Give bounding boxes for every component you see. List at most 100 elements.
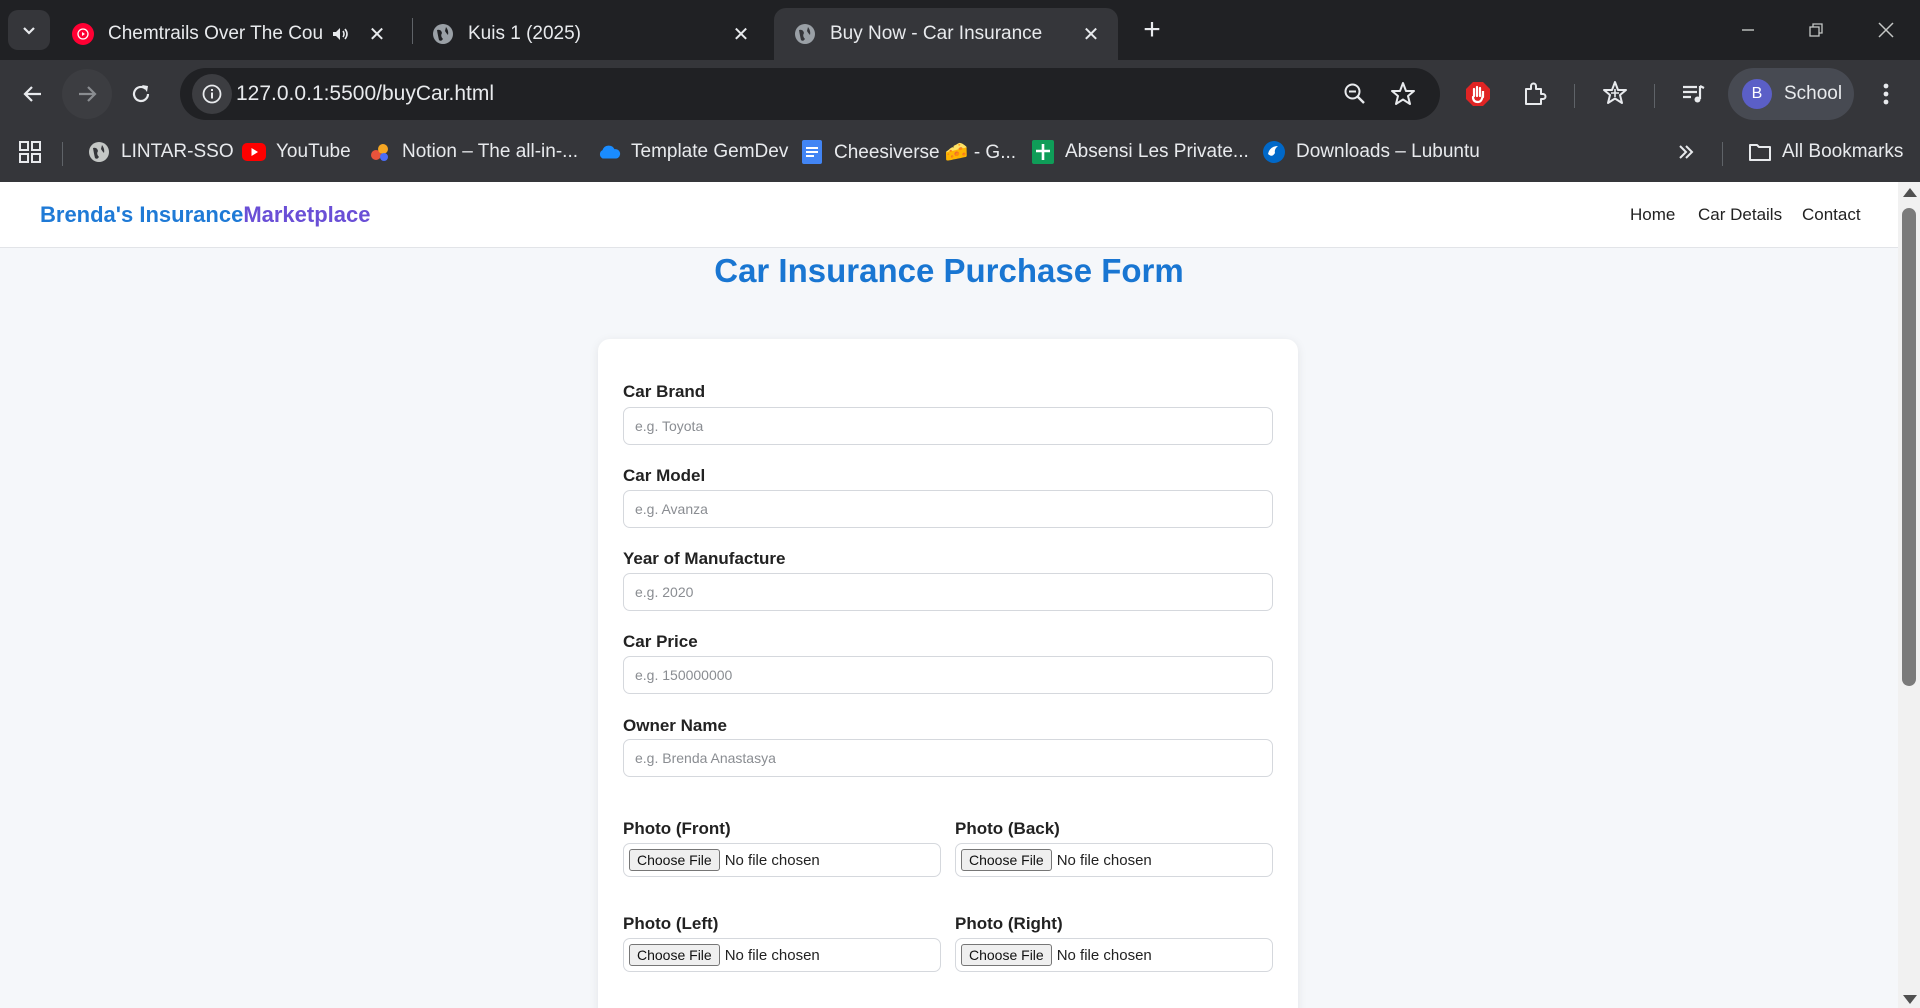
photo-front-label: Photo (Front)	[623, 819, 731, 838]
arrow-left-icon	[23, 86, 41, 102]
site-brand[interactable]: Brenda's InsuranceMarketplace	[40, 202, 371, 228]
year-input[interactable]	[623, 573, 1273, 611]
tab-title: Kuis 1 (2025)	[468, 23, 582, 44]
more-bookmarks-button[interactable]	[1676, 136, 1696, 168]
bookmark-youtube[interactable]: YouTube	[242, 136, 351, 168]
apps-grid-button[interactable]	[18, 136, 42, 168]
lubuntu-icon	[1262, 140, 1286, 164]
scroll-up-arrow-icon[interactable]	[1903, 188, 1917, 197]
toolbar-divider	[1654, 84, 1655, 108]
owner-name-label: Owner Name	[623, 716, 727, 735]
folder-icon	[1748, 140, 1772, 164]
close-tab-icon[interactable]: ✕	[364, 21, 390, 47]
minimize-icon	[1742, 29, 1754, 31]
bookmark-absensi[interactable]: Absensi Les Private...	[1031, 136, 1249, 168]
reading-list-star-icon[interactable]	[1595, 74, 1635, 114]
photo-back-input[interactable]: Choose File No file chosen	[955, 843, 1273, 877]
notion-icon	[368, 140, 392, 164]
bookmark-label: LINTAR-SSO	[121, 141, 234, 162]
close-tab-icon[interactable]: ✕	[1078, 21, 1104, 47]
tab-kuis[interactable]: Kuis 1 (2025) ✕	[412, 8, 768, 60]
chevron-down-icon	[23, 27, 35, 35]
url-text[interactable]: 127.0.0.1:5500/buyCar.html	[236, 68, 494, 120]
tab-strip: Chemtrails Over The Country ✕ Kuis 1 (20…	[0, 0, 1920, 60]
bookmark-label: Template GemDev	[631, 141, 789, 162]
site-info-icon[interactable]	[192, 74, 232, 114]
page-scrollbar[interactable]	[1898, 182, 1920, 1008]
tab-title: Chemtrails Over The Country	[108, 23, 322, 44]
file-status: No file chosen	[724, 946, 820, 964]
media-controls-icon[interactable]	[1673, 74, 1713, 114]
bookmark-notion[interactable]: Notion – The all-in-...	[368, 136, 578, 168]
sheets-icon	[1031, 140, 1055, 164]
photo-left-label: Photo (Left)	[623, 914, 719, 933]
bookmark-template-gemdev[interactable]: Template GemDev	[597, 136, 788, 168]
photo-right-label: Photo (Right)	[955, 914, 1063, 933]
car-brand-input[interactable]	[623, 407, 1273, 445]
adblock-extension-icon[interactable]	[1458, 74, 1498, 114]
zoom-icon[interactable]	[1342, 81, 1368, 107]
tab-buy-now[interactable]: Buy Now - Car Insurance ✕	[774, 8, 1118, 60]
choose-file-button[interactable]: Choose File	[961, 849, 1052, 871]
close-window-button[interactable]	[1856, 8, 1916, 52]
all-bookmarks-label: All Bookmarks	[1782, 141, 1904, 162]
extensions-puzzle-icon[interactable]	[1515, 74, 1555, 114]
arrow-right-icon	[79, 86, 97, 102]
brand-part-1: Brenda's Insurance	[40, 202, 244, 227]
new-tab-button[interactable]: +	[1136, 13, 1168, 46]
year-label: Year of Manufacture	[623, 549, 786, 568]
nav-link-home[interactable]: Home	[1630, 205, 1675, 225]
photo-front-input[interactable]: Choose File No file chosen	[623, 843, 941, 877]
owner-name-input[interactable]	[623, 739, 1273, 777]
scroll-down-arrow-icon[interactable]	[1903, 995, 1917, 1004]
file-status: No file chosen	[1056, 851, 1152, 869]
nav-link-contact[interactable]: Contact	[1802, 205, 1861, 225]
bookmark-label: Cheesiverse 🧀 - G...	[834, 142, 1017, 163]
photo-left-input[interactable]: Choose File No file chosen	[623, 938, 941, 972]
page-viewport: Brenda's InsuranceMarketplace Home Car D…	[0, 182, 1898, 1008]
car-brand-label: Car Brand	[623, 382, 706, 401]
bookmark-label: Notion – The all-in-...	[402, 141, 579, 162]
photo-back-label: Photo (Back)	[955, 819, 1060, 838]
reload-icon	[132, 85, 150, 103]
docs-icon	[800, 140, 824, 164]
minimize-button[interactable]	[1718, 8, 1778, 52]
tab-chemtrails[interactable]: Chemtrails Over The Country ✕	[52, 8, 404, 60]
reload-button[interactable]	[116, 69, 166, 119]
page-title: Car Insurance Purchase Form	[714, 252, 1184, 289]
globe-icon	[794, 23, 816, 45]
back-button[interactable]	[8, 69, 58, 119]
close-icon	[1878, 22, 1894, 38]
bookmark-star-icon[interactable]	[1390, 81, 1416, 107]
tab-search-button[interactable]	[8, 10, 50, 50]
avatar: B	[1742, 79, 1772, 109]
globe-icon	[87, 140, 111, 164]
bookmark-downloads-lubuntu[interactable]: Downloads – Lubuntu	[1262, 136, 1480, 168]
globe-icon	[432, 23, 454, 45]
forward-button[interactable]	[62, 69, 112, 119]
profile-chip[interactable]: B School	[1728, 68, 1854, 120]
car-price-input[interactable]	[623, 656, 1273, 694]
restore-button[interactable]	[1786, 8, 1846, 52]
site-navbar: Brenda's InsuranceMarketplace Home Car D…	[0, 182, 1898, 248]
close-tab-icon[interactable]: ✕	[728, 21, 754, 47]
bookmark-label: Downloads – Lubuntu	[1296, 141, 1480, 162]
bookmark-cheesiverse[interactable]: Cheesiverse 🧀 - G...	[800, 136, 1016, 168]
speaker-icon[interactable]	[330, 24, 350, 44]
photo-right-input[interactable]: Choose File No file chosen	[955, 938, 1273, 972]
choose-file-button[interactable]: Choose File	[629, 944, 720, 966]
bookmark-lintar-sso[interactable]: LINTAR-SSO	[87, 136, 234, 168]
file-status: No file chosen	[1056, 946, 1152, 964]
toolbar-divider	[1574, 84, 1575, 108]
address-bar[interactable]: 127.0.0.1:5500/buyCar.html	[180, 68, 1440, 120]
choose-file-button[interactable]: Choose File	[961, 944, 1052, 966]
all-bookmarks-button[interactable]: All Bookmarks	[1748, 136, 1903, 168]
bookmarks-divider	[62, 142, 63, 166]
youtube-icon	[242, 140, 266, 164]
choose-file-button[interactable]: Choose File	[629, 849, 720, 871]
menu-kebab-icon[interactable]	[1866, 74, 1906, 114]
profile-name: School	[1784, 83, 1843, 104]
nav-link-car-details[interactable]: Car Details	[1698, 205, 1782, 225]
scrollbar-thumb[interactable]	[1902, 208, 1916, 686]
car-model-input[interactable]	[623, 490, 1273, 528]
